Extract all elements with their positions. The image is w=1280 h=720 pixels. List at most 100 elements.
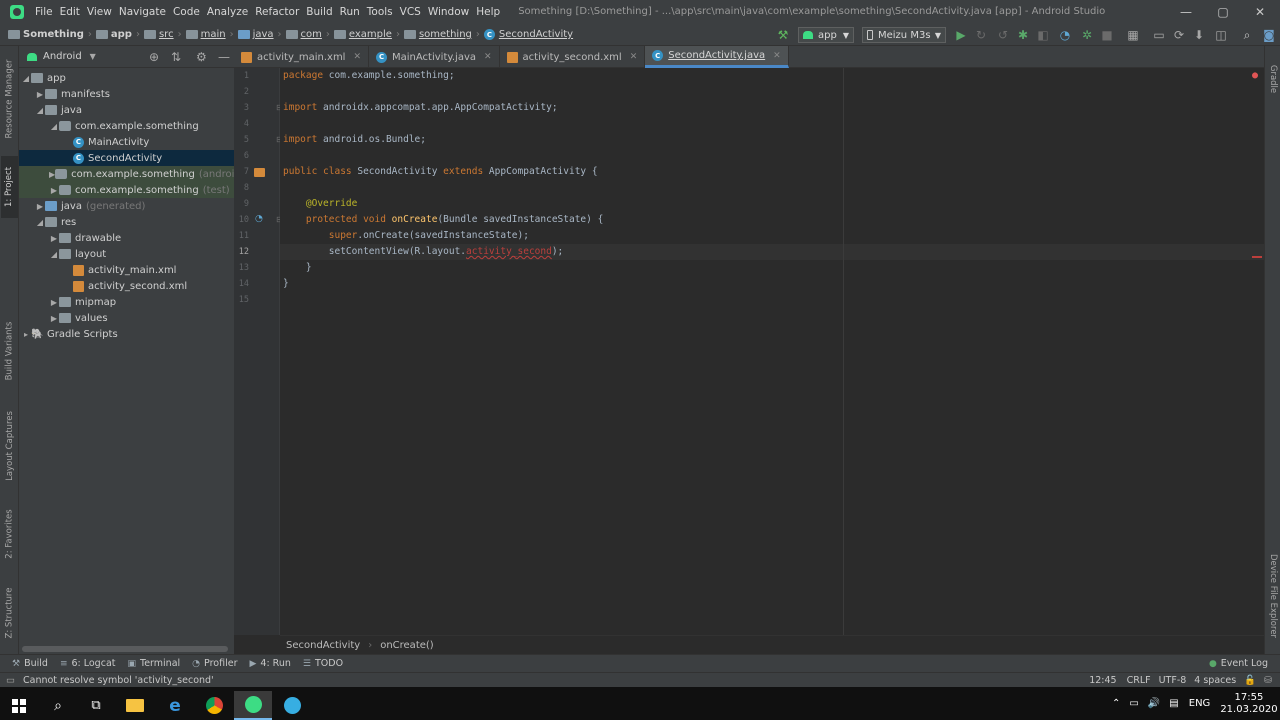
collapse-all-icon[interactable]: ⇅ bbox=[171, 50, 181, 64]
tree-item-package-androidtest[interactable]: ▶ com.example.something (androidTest) bbox=[19, 166, 234, 182]
tab-device-file-explorer[interactable]: Device File Explorer bbox=[1265, 546, 1280, 646]
lock-icon[interactable]: 🔓 bbox=[1244, 675, 1256, 686]
breadcrumb-java[interactable]: java bbox=[253, 29, 274, 40]
caret-position[interactable]: 12:45 bbox=[1089, 675, 1116, 686]
search-icon[interactable]: ⌕ bbox=[39, 691, 77, 720]
tree-item-java[interactable]: ◢ java bbox=[19, 102, 234, 118]
breadcrumb-project[interactable]: Something bbox=[23, 29, 84, 40]
breadcrumb-something[interactable]: something bbox=[419, 29, 472, 40]
logcat-tool-button[interactable]: ≡ 6: Logcat bbox=[60, 658, 116, 669]
close-icon[interactable]: ✕ bbox=[773, 51, 781, 61]
chrome-icon[interactable] bbox=[195, 691, 233, 720]
file-encoding[interactable]: UTF-8 bbox=[1159, 675, 1187, 686]
menu-refactor[interactable]: Refactor bbox=[252, 0, 302, 24]
tree-item-res[interactable]: ◢ res bbox=[19, 214, 234, 230]
layout-inspector-icon[interactable]: ◫ bbox=[1214, 28, 1228, 42]
breadcrumb-src[interactable]: src bbox=[159, 29, 174, 40]
unresolved-symbol[interactable]: activity_second bbox=[466, 246, 552, 257]
breadcrumb-file[interactable]: SecondActivity bbox=[499, 29, 573, 40]
menu-run[interactable]: Run bbox=[337, 0, 363, 24]
debug-icon[interactable]: ✱ bbox=[1016, 28, 1030, 42]
chevron-right-icon[interactable]: ▶ bbox=[49, 234, 59, 243]
layout-preview-icon[interactable] bbox=[254, 168, 265, 177]
tree-item-activity-main-xml[interactable]: activity_main.xml bbox=[19, 262, 234, 278]
tree-item-mipmap[interactable]: ▶ mipmap bbox=[19, 294, 234, 310]
run-icon[interactable]: ▶ bbox=[954, 28, 968, 42]
breadcrumb-app[interactable]: app bbox=[111, 29, 132, 40]
locate-icon[interactable]: ⊕ bbox=[149, 50, 159, 64]
panel-toggle-icon[interactable]: ▭ bbox=[6, 675, 15, 686]
menu-file[interactable]: File bbox=[32, 0, 56, 24]
project-structure-icon[interactable]: ▦ bbox=[1126, 28, 1140, 42]
chevron-down-icon[interactable]: ◢ bbox=[21, 74, 31, 83]
indent-setting[interactable]: 4 spaces bbox=[1194, 675, 1236, 686]
coverage-icon[interactable]: ◧ bbox=[1036, 28, 1050, 42]
tree-item-mainactivity[interactable]: C MainActivity bbox=[19, 134, 234, 150]
tree-item-package[interactable]: ◢ com.example.something bbox=[19, 118, 234, 134]
chevron-down-icon[interactable]: ▼ bbox=[90, 52, 96, 61]
language-indicator[interactable]: ENG bbox=[1189, 698, 1211, 709]
sync-icon[interactable]: ⟳ bbox=[1172, 28, 1186, 42]
chevron-up-icon[interactable]: ⌃ bbox=[1112, 698, 1120, 709]
run-config-select[interactable]: app ▼ bbox=[798, 27, 854, 43]
tab-resource-manager[interactable]: Resource Manager bbox=[1, 54, 18, 144]
clock[interactable]: 17:55 21.03.2020 bbox=[1220, 692, 1277, 716]
tab-favorites[interactable]: 2: Favorites bbox=[1, 502, 18, 566]
tab-gradle[interactable]: Gradle bbox=[1265, 54, 1280, 104]
tree-item-activity-second-xml[interactable]: activity_second.xml bbox=[19, 278, 234, 294]
start-button[interactable] bbox=[0, 691, 38, 720]
menu-help[interactable]: Help bbox=[473, 0, 503, 24]
apply-changes-icon[interactable]: ↻ bbox=[974, 28, 988, 42]
menu-tools[interactable]: Tools bbox=[364, 0, 396, 24]
breadcrumb-class[interactable]: SecondActivity bbox=[286, 640, 360, 651]
menu-code[interactable]: Code bbox=[170, 0, 203, 24]
breadcrumb-com[interactable]: com bbox=[301, 29, 322, 40]
telegram-icon[interactable] bbox=[273, 691, 311, 720]
chevron-right-icon[interactable]: ▶ bbox=[49, 298, 59, 307]
chevron-right-icon[interactable]: ▶ bbox=[49, 186, 59, 195]
search-icon[interactable]: ⌕ bbox=[1240, 28, 1254, 42]
chevron-right-icon[interactable]: ▸ bbox=[21, 330, 31, 339]
menu-build[interactable]: Build bbox=[303, 0, 335, 24]
error-indicator-icon[interactable]: ● bbox=[1252, 70, 1258, 81]
menu-vcs[interactable]: VCS bbox=[397, 0, 424, 24]
menu-edit[interactable]: Edit bbox=[57, 0, 83, 24]
menu-window[interactable]: Window bbox=[425, 0, 472, 24]
chevron-down-icon[interactable]: ◢ bbox=[49, 250, 59, 259]
profiler-tool-button[interactable]: ◔ Profiler bbox=[192, 658, 237, 669]
tab-mainactivity-java[interactable]: C MainActivity.java ✕ bbox=[369, 46, 500, 68]
minimize-button[interactable]: — bbox=[1166, 0, 1206, 24]
file-explorer-icon[interactable] bbox=[116, 691, 154, 720]
tab-layout-captures[interactable]: Layout Captures bbox=[1, 406, 18, 486]
stop-icon[interactable]: ■ bbox=[1100, 28, 1114, 42]
tab-build-variants[interactable]: Build Variants bbox=[1, 314, 18, 388]
chevron-down-icon[interactable]: ◢ bbox=[35, 218, 45, 227]
device-select[interactable]: Meizu M3s ▼ bbox=[862, 27, 946, 43]
build-tool-button[interactable]: ⚒ Build bbox=[12, 658, 48, 669]
tree-item-app[interactable]: ◢ app bbox=[19, 70, 234, 86]
sdk-manager-icon[interactable]: ⬇ bbox=[1192, 28, 1206, 42]
todo-tool-button[interactable]: ☰ TODO bbox=[303, 658, 343, 669]
chevron-down-icon[interactable]: ◢ bbox=[35, 106, 45, 115]
tab-activity-main-xml[interactable]: activity_main.xml ✕ bbox=[234, 46, 370, 68]
breadcrumb-method[interactable]: onCreate() bbox=[380, 640, 434, 651]
breadcrumb-main[interactable]: main bbox=[201, 29, 226, 40]
chevron-down-icon[interactable]: ◢ bbox=[49, 122, 59, 131]
tab-structure[interactable]: Z: Structure bbox=[1, 582, 18, 644]
tree-item-values[interactable]: ▶ values bbox=[19, 310, 234, 326]
apply-code-changes-icon[interactable]: ↺ bbox=[996, 28, 1010, 42]
tree-item-java-generated[interactable]: ▶ java (generated) bbox=[19, 198, 234, 214]
terminal-tool-button[interactable]: ▣ Terminal bbox=[128, 658, 181, 669]
tree-item-gradle-scripts[interactable]: ▸ 🐘 Gradle Scripts bbox=[19, 326, 234, 342]
chevron-right-icon[interactable]: ▶ bbox=[35, 202, 45, 211]
account-icon[interactable]: ◙ bbox=[1262, 28, 1276, 42]
tree-item-manifests[interactable]: ▶ manifests bbox=[19, 86, 234, 102]
edge-icon[interactable]: e bbox=[156, 691, 194, 720]
close-icon[interactable]: ✕ bbox=[484, 52, 492, 62]
inspector-icon[interactable]: ⛁ bbox=[1264, 675, 1272, 686]
gear-icon[interactable]: ⚙ bbox=[196, 50, 207, 64]
menu-view[interactable]: View bbox=[84, 0, 115, 24]
tree-item-drawable[interactable]: ▶ drawable bbox=[19, 230, 234, 246]
event-log-button[interactable]: ● Event Log bbox=[1209, 658, 1268, 669]
override-method-icon[interactable]: ◔ bbox=[255, 214, 263, 224]
